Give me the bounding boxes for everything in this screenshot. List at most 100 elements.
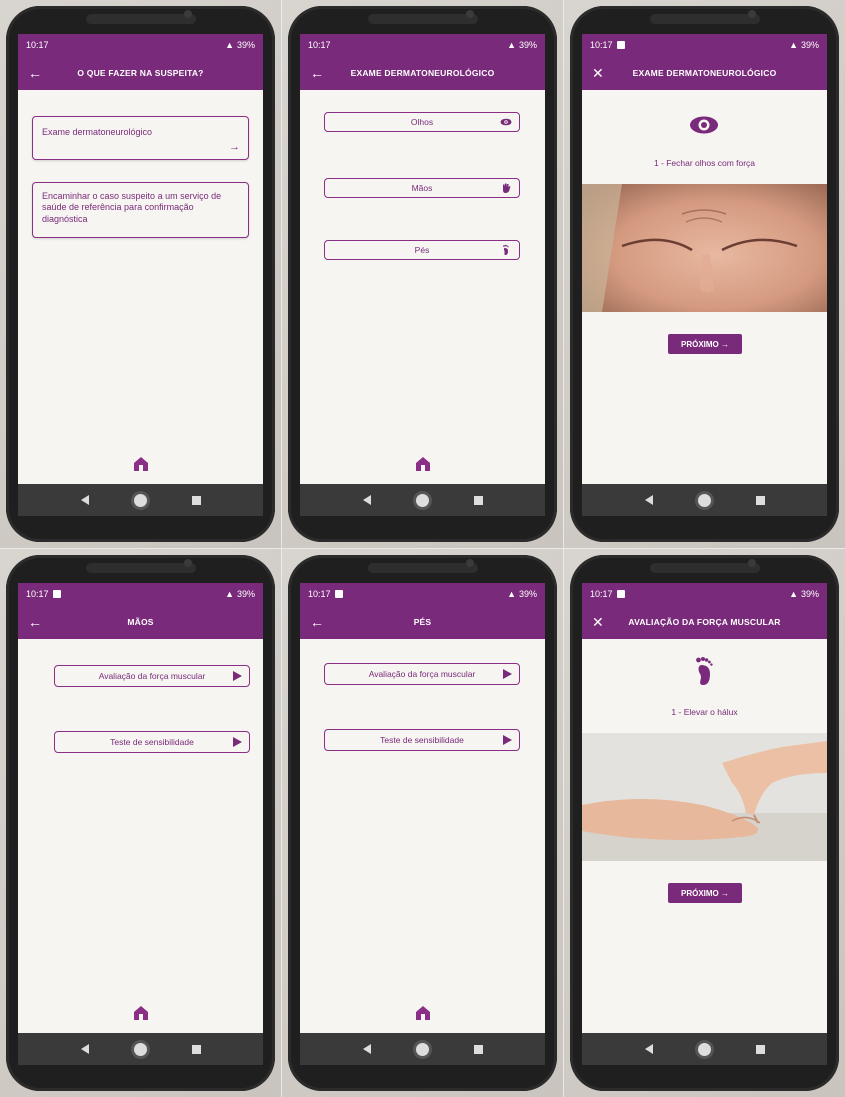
content: 1 - Elevar o hálux PRÓXIMO → [582, 639, 827, 1003]
option-exame-dermatoneurologico[interactable]: Exame dermatoneurológico → [32, 116, 249, 160]
system-nav-bar [18, 1033, 263, 1065]
system-recents-icon[interactable] [755, 1044, 765, 1054]
eye-icon [690, 116, 718, 134]
system-back-icon[interactable] [362, 495, 371, 505]
phone-frame: 10:17 ▲ 39% ← EXAME DERMATONEUROLÓGICO Ol… [288, 6, 557, 542]
next-button[interactable]: PRÓXIMO → [668, 334, 742, 354]
option-olhos[interactable]: Olhos [324, 112, 520, 132]
page-title: EXAME DERMATONEUROLÓGICO [632, 68, 777, 78]
signal-icon: ▲ [789, 40, 798, 50]
camera [184, 559, 192, 567]
app-bar: ← MÃOS [18, 605, 263, 639]
option-label: Avaliação da força muscular [98, 671, 206, 681]
arrow-back-icon[interactable]: ← [28, 65, 46, 81]
content: Olhos Mãos Pés [300, 90, 545, 454]
camera [748, 559, 756, 567]
system-recents-icon[interactable] [755, 495, 765, 505]
page-title: AVALIAÇÃO DA FORÇA MUSCULAR [628, 617, 781, 627]
system-nav-bar [582, 484, 827, 516]
page-title: EXAME DERMATONEUROLÓGICO [350, 68, 495, 78]
battery-level: 39% [236, 589, 255, 599]
exercise-caption: 1 - Elevar o hálux [671, 707, 738, 717]
system-nav-bar [300, 484, 545, 516]
speaker [650, 563, 760, 573]
system-nav-bar [582, 1033, 827, 1065]
phone-cell-5: 10:17 ▲ 39% ← PÉS Avaliação da força musc… [282, 549, 563, 1097]
notification-icon [52, 590, 61, 598]
home-icon[interactable] [415, 456, 431, 472]
option-teste-sensibilidade[interactable]: Teste de sensibilidade [54, 731, 250, 753]
system-home-icon[interactable] [133, 1042, 147, 1056]
system-back-icon[interactable] [644, 1044, 653, 1054]
speaker [650, 14, 760, 24]
app-bar: ✕ AVALIAÇÃO DA FORÇA MUSCULAR [582, 605, 827, 639]
content: Exame dermatoneurológico → Encaminhar o … [18, 90, 263, 454]
system-back-icon[interactable] [80, 1044, 89, 1054]
eye-icon [500, 118, 512, 126]
close-icon[interactable]: ✕ [592, 614, 610, 631]
system-back-icon[interactable] [80, 495, 89, 505]
phone-screen: 10:17 ▲ 39% ✕ AVALIAÇÃO DA FORÇA MUSCULAR [582, 583, 827, 1065]
system-nav-bar [18, 484, 263, 516]
option-label: Encaminhar o caso suspeito a um serviço … [42, 191, 222, 224]
system-nav-bar [300, 1033, 545, 1065]
arrow-back-icon[interactable]: ← [310, 614, 328, 630]
option-pes[interactable]: Pés [324, 240, 520, 260]
status-time: 10:17 [26, 40, 49, 50]
system-home-icon[interactable] [133, 493, 147, 507]
arrow-back-icon[interactable]: ← [310, 65, 328, 81]
signal-icon: ▲ [507, 589, 516, 599]
app-bar: ← EXAME DERMATONEUROLÓGICO [300, 56, 545, 90]
option-teste-sensibilidade[interactable]: Teste de sensibilidade [324, 729, 520, 751]
exercise-header: 1 - Elevar o hálux [582, 639, 827, 731]
screenshot-grid: 10:17 ▲ 39% ← O QUE FAZER NA SUSPEITA? Ex… [0, 0, 845, 1097]
content: Avaliação da força muscular Teste de sen… [18, 639, 263, 1003]
phone-frame: 10:17 ▲ 39% ✕ AVALIAÇÃO DA FORÇA MUSCULAR [570, 555, 839, 1091]
camera [466, 559, 474, 567]
battery-level: 39% [518, 40, 537, 50]
system-home-icon[interactable] [697, 493, 711, 507]
status-bar: 10:17 ▲ 39% [300, 34, 545, 56]
close-icon[interactable]: ✕ [592, 65, 610, 82]
home-icon[interactable] [415, 1005, 431, 1021]
system-home-icon[interactable] [697, 1042, 711, 1056]
home-icon[interactable] [133, 456, 149, 472]
phone-cell-4: 10:17 ▲ 39% ← MÃOS Avaliação da força mus… [0, 549, 281, 1097]
option-label: Avaliação da força muscular [368, 669, 476, 679]
system-recents-icon[interactable] [473, 1044, 483, 1054]
status-bar: 10:17 ▲ 39% [582, 583, 827, 605]
speaker [368, 563, 478, 573]
play-icon [503, 735, 512, 745]
foot-icon [696, 657, 713, 685]
system-recents-icon[interactable] [191, 495, 201, 505]
app-bar: ← O QUE FAZER NA SUSPEITA? [18, 56, 263, 90]
option-avaliacao-forca-muscular[interactable]: Avaliação da força muscular [54, 665, 250, 687]
status-time: 10:17 [26, 589, 49, 599]
option-encaminhar-caso[interactable]: Encaminhar o caso suspeito a um serviço … [32, 182, 249, 238]
status-bar: 10:17 ▲ 39% [300, 583, 545, 605]
system-recents-icon[interactable] [191, 1044, 201, 1054]
battery-level: 39% [236, 40, 255, 50]
option-maos[interactable]: Mãos [324, 178, 520, 198]
phone-frame: 10:17 ▲ 39% ← MÃOS Avaliação da força mus… [6, 555, 275, 1091]
system-home-icon[interactable] [415, 493, 429, 507]
notification-icon [616, 590, 625, 598]
camera [184, 10, 192, 18]
system-back-icon[interactable] [362, 1044, 371, 1054]
battery-level: 39% [800, 40, 819, 50]
phone-frame: 10:17 ▲39% ✕ EXAME DERMATONEUROLÓGICO 1 [570, 6, 839, 542]
option-avaliacao-forca-muscular[interactable]: Avaliação da força muscular [324, 663, 520, 685]
phone-frame: 10:17 ▲ 39% ← O QUE FAZER NA SUSPEITA? Ex… [6, 6, 275, 542]
phone-cell-6: 10:17 ▲ 39% ✕ AVALIAÇÃO DA FORÇA MUSCULAR [564, 549, 845, 1097]
notification-icon [616, 41, 625, 49]
home-icon[interactable] [133, 1005, 149, 1021]
content: 1 - Fechar olhos com força PRÓXIMO → [582, 90, 827, 454]
system-home-icon[interactable] [415, 1042, 429, 1056]
system-recents-icon[interactable] [473, 495, 483, 505]
system-back-icon[interactable] [644, 495, 653, 505]
play-icon [233, 671, 242, 681]
phone-screen: 10:17 ▲ 39% ← PÉS Avaliação da força musc… [300, 583, 545, 1065]
arrow-back-icon[interactable]: ← [28, 614, 46, 630]
option-label: Pés [414, 245, 430, 255]
next-button[interactable]: PRÓXIMO → [668, 883, 742, 903]
